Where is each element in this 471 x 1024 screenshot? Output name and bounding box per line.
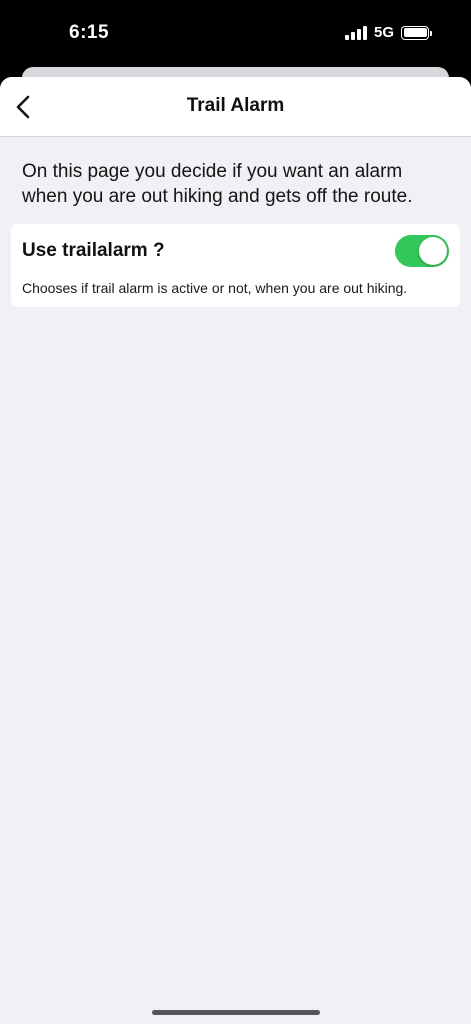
signal-bars-icon (344, 25, 367, 40)
page-title: Trail Alarm (186, 95, 285, 116)
navigation-bar: Trail Alarm (0, 77, 471, 137)
home-indicator (152, 1010, 320, 1015)
network-label: 5G (373, 24, 394, 41)
status-time: 6:15 (69, 22, 110, 43)
setting-subtitle: Chooses if trail alarm is active or not,… (22, 280, 408, 296)
trail-alarm-sheet: Trail Alarm On this page you decide if y… (0, 77, 471, 1024)
battery-icon (401, 25, 432, 40)
status-icons: 5G (344, 24, 432, 41)
setting-card-trail-alarm: Use trailalarm ? Chooses if trail alarm … (11, 224, 460, 307)
setting-title: Use trailalarm ? (22, 240, 165, 261)
page-description: On this page you decide if you want an a… (22, 161, 413, 207)
toggle-knob (419, 237, 447, 265)
status-bar: 6:15 5G (0, 0, 471, 70)
trail-alarm-toggle[interactable] (395, 235, 449, 267)
